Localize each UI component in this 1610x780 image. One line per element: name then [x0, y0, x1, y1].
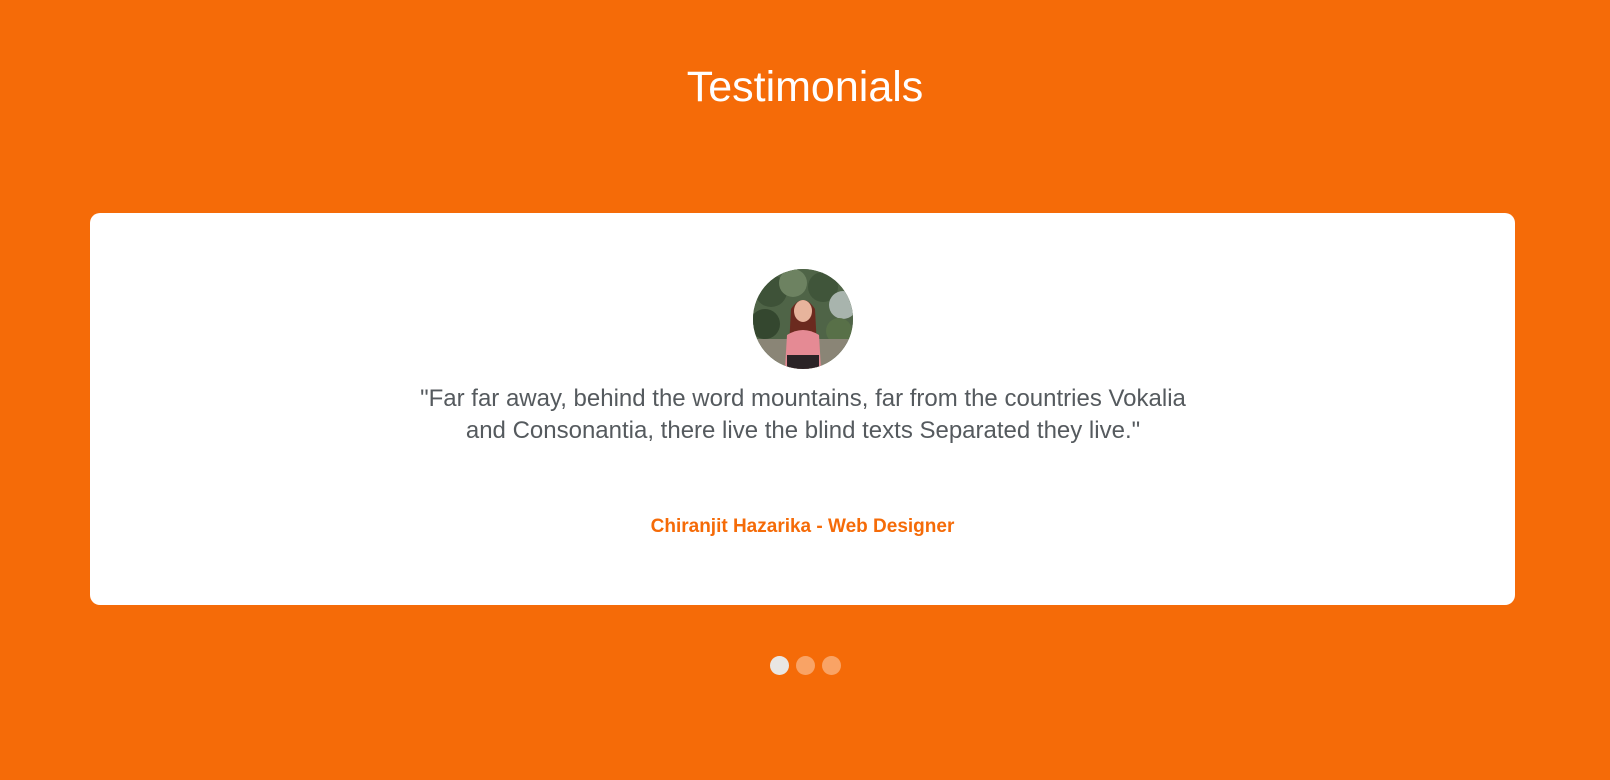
avatar — [753, 269, 853, 369]
carousel-dot-3[interactable] — [821, 656, 841, 675]
person-photo-icon — [753, 269, 853, 369]
testimonial-author: Chiranjit Hazarika - Web Designer — [650, 516, 955, 537]
carousel-dots — [0, 656, 1610, 675]
testimonial-card: "Far far away, behind the word mountains… — [90, 213, 1515, 605]
carousel-dot-2[interactable] — [795, 656, 815, 675]
carousel-dot-1[interactable] — [769, 656, 789, 675]
section-title: Testimonials — [686, 63, 924, 111]
testimonial-quote: "Far far away, behind the word mountains… — [420, 385, 1186, 444]
